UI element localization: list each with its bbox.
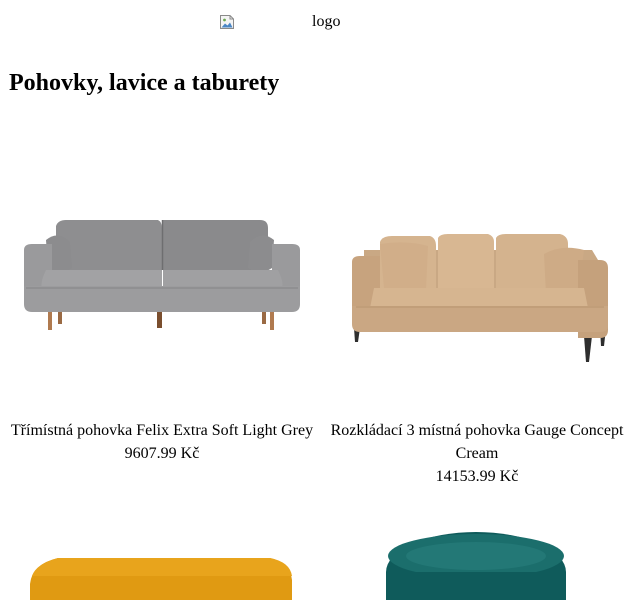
site-logo[interactable]: logo <box>219 11 359 33</box>
product-image-grey-sofa[interactable] <box>6 110 318 410</box>
product-image-teal-round-pouf[interactable] <box>322 520 632 600</box>
product-card[interactable] <box>6 520 318 600</box>
broken-image-icon <box>219 14 235 30</box>
product-price: 9607.99 Kč <box>124 445 200 462</box>
product-image-cream-sofa[interactable] <box>322 110 632 410</box>
product-card[interactable] <box>322 520 632 600</box>
product-name[interactable]: Rozkládací 3 místná pohovka Gauge Concep… <box>322 419 632 465</box>
product-image-mustard-ottoman[interactable] <box>6 520 318 600</box>
logo-alt-text: logo <box>312 13 341 30</box>
product-card[interactable]: Rozkládací 3 místná pohovka Gauge Concep… <box>322 110 632 490</box>
product-card[interactable]: Třímístná pohovka Felix Extra Soft Light… <box>6 110 318 480</box>
page-title: Pohovky, lavice a taburety <box>9 70 280 96</box>
product-name[interactable]: Třímístná pohovka Felix Extra Soft Light… <box>6 419 318 442</box>
page: logo Pohovky, lavice a taburety Třímístn… <box>0 0 640 600</box>
product-price: 14153.99 Kč <box>435 468 519 485</box>
